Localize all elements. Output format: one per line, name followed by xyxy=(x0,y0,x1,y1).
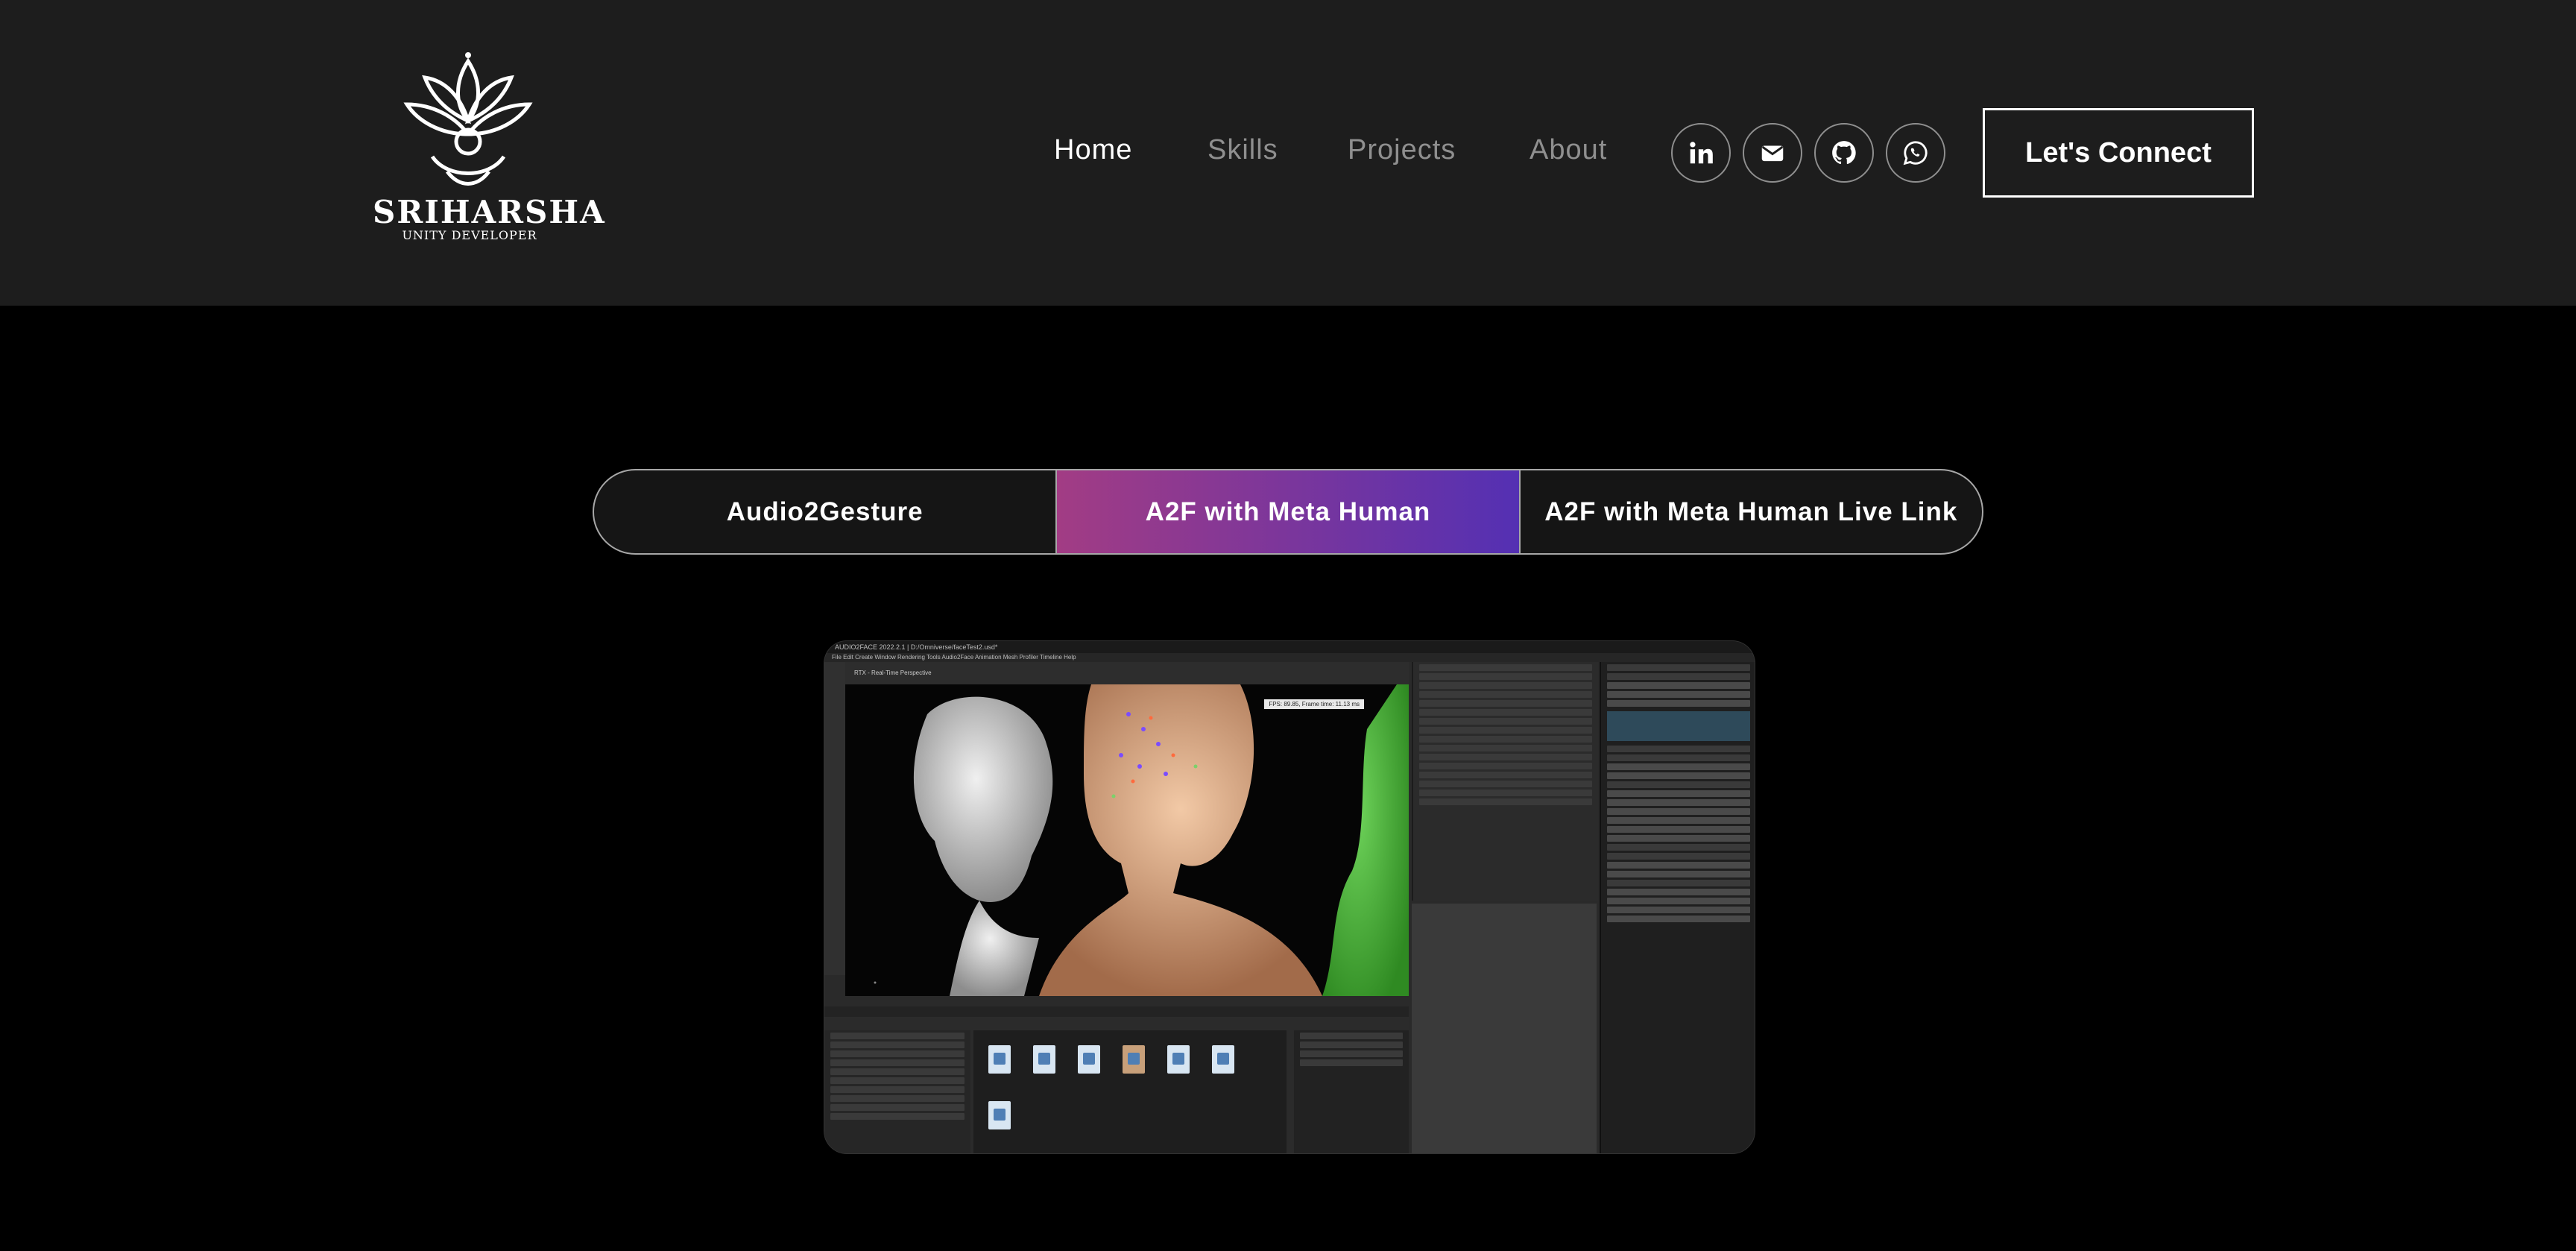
app-menu-bar: File Edit Create Window Rendering Tools … xyxy=(824,653,1755,662)
whatsapp-button[interactable] xyxy=(1886,123,1945,183)
github-button[interactable] xyxy=(1814,123,1874,183)
folder-tree xyxy=(824,1030,970,1153)
file-details xyxy=(1294,1030,1409,1153)
viewport: FPS: 89.85, Frame time: 11.13 ms xyxy=(845,684,1409,996)
project-tabs: Audio2Gesture A2F with Meta Human A2F wi… xyxy=(593,469,1983,555)
nav-projects[interactable]: Projects xyxy=(1348,134,1456,166)
tab-audio2gesture[interactable]: Audio2Gesture xyxy=(594,470,1058,553)
audio2face-panel xyxy=(1600,662,1755,1153)
whatsapp-icon xyxy=(1903,141,1928,166)
brand-subtitle: UNITY DEVELOPER xyxy=(402,228,537,242)
email-button[interactable] xyxy=(1743,123,1802,183)
tab-a2f-meta-human-live-link[interactable]: A2F with Meta Human Live Link xyxy=(1521,470,1982,553)
fps-readout: FPS: 89.85, Frame time: 11.13 ms xyxy=(1264,699,1364,709)
tab-a2f-meta-human[interactable]: A2F with Meta Human xyxy=(1057,470,1521,553)
linkedin-icon xyxy=(1690,142,1713,164)
property-panel xyxy=(1412,904,1597,1153)
github-icon xyxy=(1832,141,1856,165)
nav-home[interactable]: Home xyxy=(1054,134,1132,166)
content-browser xyxy=(824,1017,1409,1153)
viewport-toolbar: RTX - Real-Time Perspective xyxy=(845,662,1409,684)
face-models-render xyxy=(874,684,1409,996)
linkedin-button[interactable] xyxy=(1671,123,1731,183)
nav-skills[interactable]: Skills xyxy=(1208,134,1278,166)
lotus-logo-icon xyxy=(403,52,533,186)
content-tabs xyxy=(824,1006,1409,1017)
nav-about[interactable]: About xyxy=(1530,134,1607,166)
brand-name: SRIHARSHA xyxy=(373,194,606,230)
site-header: SRIHARSHA UNITY DEVELOPER Home Skills Pr… xyxy=(0,0,2576,306)
mail-icon xyxy=(1761,145,1784,162)
app-title-bar: AUDIO2FACE 2022.2.1 | D:/Omniverse/faceT… xyxy=(824,641,1755,653)
app-toolbar xyxy=(824,662,845,975)
brand-logo[interactable]: SRIHARSHA UNITY DEVELOPER xyxy=(373,52,606,246)
file-grid xyxy=(973,1030,1287,1153)
lets-connect-button[interactable]: Let's Connect xyxy=(1983,108,2254,198)
project-screenshot: AUDIO2FACE 2022.2.1 | D:/Omniverse/faceT… xyxy=(824,641,1755,1153)
stage-panel xyxy=(1412,662,1598,901)
